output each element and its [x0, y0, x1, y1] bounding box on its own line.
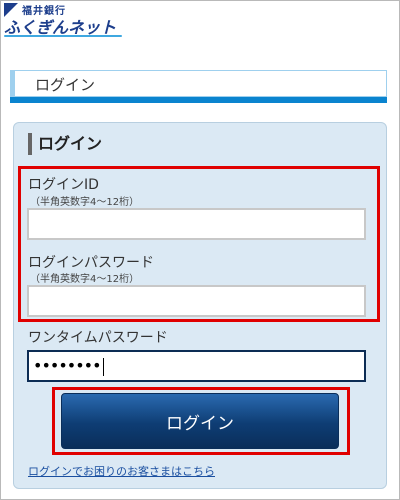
login-panel-title: ログイン: [28, 133, 102, 155]
login-button[interactable]: ログイン: [61, 393, 339, 449]
header: 福井銀行 ふくぎんネット: [0, 0, 400, 40]
page-heading-bar: [10, 97, 387, 103]
one-time-password-label: ワンタイムパスワード: [28, 330, 168, 346]
page-title: ログイン: [35, 76, 96, 94]
password-input[interactable]: [27, 285, 366, 317]
password-hint: （半角英数字4～12桁）: [30, 274, 140, 285]
text-caret: [102, 357, 104, 376]
one-time-password-input[interactable]: ••••••••: [27, 350, 366, 382]
login-id-hint: （半角英数字4～12桁）: [30, 197, 140, 208]
password-label: ログインパスワード: [28, 255, 154, 271]
login-id-input[interactable]: [27, 208, 366, 240]
page-heading: ログイン: [10, 70, 387, 97]
login-help-link[interactable]: ログインでお困りのお客さまはこちら: [28, 463, 215, 479]
service-logo-underline: [4, 35, 122, 37]
login-id-label: ログインID: [28, 177, 99, 193]
one-time-password-value: ••••••••: [33, 356, 101, 375]
